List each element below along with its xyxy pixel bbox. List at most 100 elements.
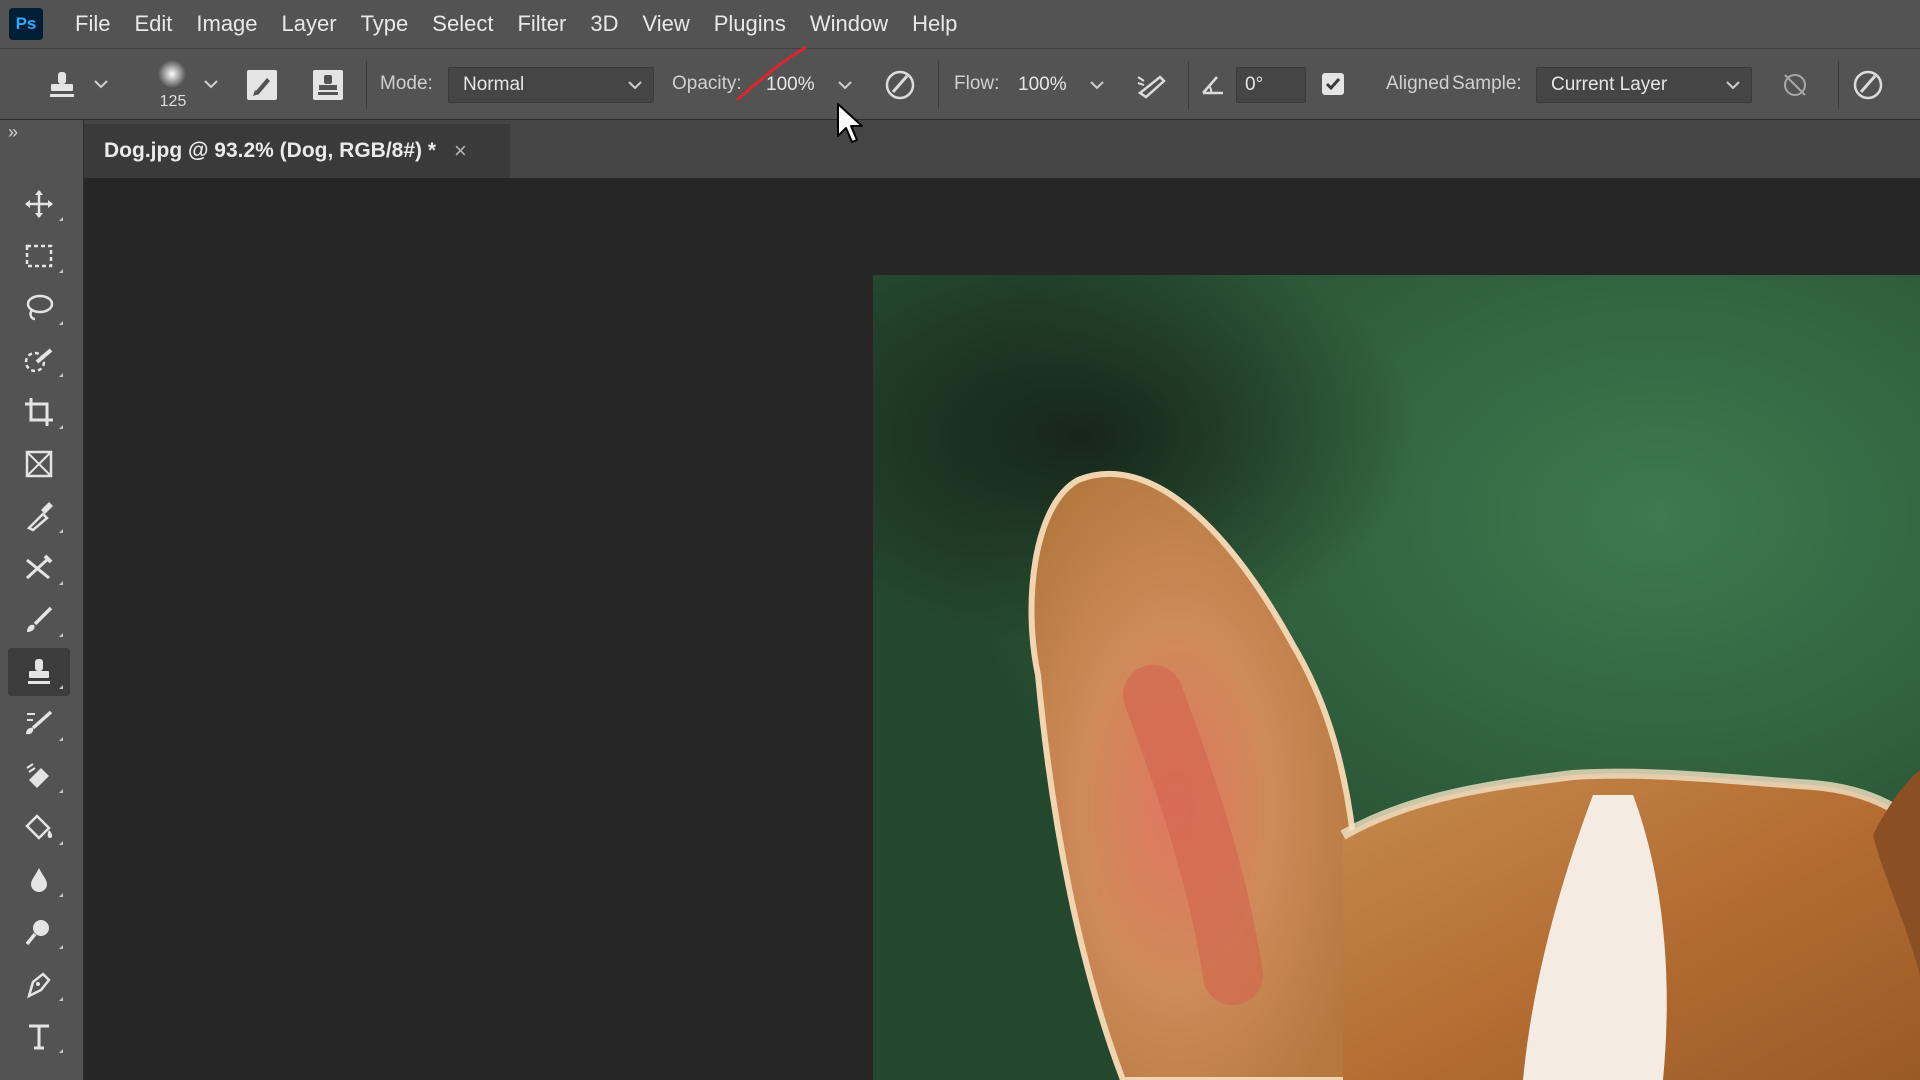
document-tab-title: Dog.jpg @ 93.2% (Dog, RGB/8#) * [104, 139, 437, 162]
pressure-pen-icon [885, 70, 915, 100]
eyedropper-icon [26, 502, 53, 532]
menu-window[interactable]: Window [798, 0, 900, 48]
clone-stamp-tool[interactable] [8, 648, 70, 696]
brush-preview-icon[interactable] [150, 57, 194, 91]
clone-source-button[interactable] [308, 65, 348, 105]
pressure-size-button[interactable] [1846, 63, 1890, 107]
lasso-tool[interactable] [8, 284, 70, 332]
sample-dropdown[interactable]: Current Layer [1536, 67, 1752, 103]
menu-select[interactable]: Select [420, 0, 505, 48]
menu-file[interactable]: File [63, 0, 122, 48]
chevron-down-icon[interactable] [202, 75, 220, 93]
airbrush-icon [1137, 75, 1166, 99]
paint-bucket-icon [25, 814, 53, 840]
history-brush-icon [26, 710, 53, 735]
blur-drop-icon [31, 868, 47, 892]
eyedropper-tool[interactable] [8, 492, 70, 540]
separator [938, 61, 939, 109]
menu-plugins[interactable]: Plugins [702, 0, 798, 48]
ps-logo: Ps [9, 8, 43, 40]
quick-selection-icon [24, 348, 53, 373]
angle-icon [1196, 69, 1230, 101]
healing-icon [25, 554, 53, 580]
photoshop-window: Ps File Edit Image Layer Type Select Fil… [0, 0, 1920, 1080]
ignore-adjustment-layers-button[interactable] [1774, 65, 1816, 105]
chevron-down-icon [628, 81, 642, 90]
brush-icon [27, 606, 53, 632]
paint-bucket-tool[interactable] [8, 804, 70, 852]
chevron-down-icon [1726, 81, 1740, 90]
aligned-label[interactable]: Aligned [1386, 73, 1449, 95]
separator [1838, 61, 1839, 109]
close-icon[interactable]: × [454, 138, 467, 164]
frame-tool[interactable] [8, 440, 70, 488]
spot-healing-tool[interactable] [8, 544, 70, 592]
pen-icon [27, 972, 51, 999]
checkmark-icon [1325, 78, 1341, 91]
chevron-down-icon [1090, 81, 1104, 90]
chevron-down-icon [838, 81, 852, 90]
move-icon [25, 190, 53, 218]
crop-tool[interactable] [8, 388, 70, 436]
eraser-icon [26, 763, 49, 788]
brush-size-label: 125 [159, 93, 187, 110]
flow-label[interactable]: Flow: [954, 73, 999, 95]
separator [366, 61, 367, 109]
mode-label: Mode: [380, 73, 433, 94]
rectangular-marquee-tool[interactable] [8, 232, 70, 280]
airbrush-button[interactable] [1130, 63, 1174, 107]
ignore-adjustment-icon [1784, 74, 1806, 96]
tool-preset-picker[interactable] [42, 67, 82, 103]
chevron-down-icon[interactable] [92, 75, 110, 93]
mode-dropdown[interactable]: Normal [448, 67, 654, 103]
mouse-cursor-icon [837, 103, 863, 143]
menu-bar: Ps File Edit Image Layer Type Select Fil… [0, 0, 1920, 48]
menu-view[interactable]: View [630, 0, 701, 48]
clone-stamp-icon [50, 72, 74, 97]
menu-filter[interactable]: Filter [505, 0, 578, 48]
brush-settings-icon [247, 70, 277, 100]
angle-input[interactable]: 0° [1236, 67, 1306, 103]
clone-stamp-icon [28, 659, 50, 684]
menu-3d[interactable]: 3D [578, 0, 630, 48]
dodge-icon [25, 920, 49, 946]
type-tool[interactable] [8, 1012, 70, 1060]
pressure-pen-icon [1853, 70, 1883, 100]
marquee-icon [25, 244, 53, 268]
frame-icon [25, 450, 53, 478]
options-bar: 125 Mode: Normal Opacity: 100% Flow: 100… [0, 48, 1920, 120]
aligned-checkbox[interactable] [1322, 73, 1344, 95]
eraser-tool[interactable] [8, 752, 70, 800]
mode-value: Normal [463, 74, 525, 95]
sample-value: Current Layer [1551, 74, 1668, 95]
crop-icon [25, 398, 53, 426]
clone-source-icon [313, 70, 343, 100]
type-icon [29, 1024, 49, 1050]
history-brush-tool[interactable] [8, 700, 70, 748]
menu-type[interactable]: Type [349, 0, 421, 48]
menu-image[interactable]: Image [184, 0, 269, 48]
brush-tool[interactable] [8, 596, 70, 644]
move-tool[interactable] [8, 180, 70, 228]
flow-input[interactable]: 100% [1010, 67, 1086, 103]
dog-ear-illustration [1028, 471, 1920, 1080]
menu-layer[interactable]: Layer [270, 0, 349, 48]
tools-panel: » [0, 120, 84, 1080]
menu-help[interactable]: Help [900, 0, 969, 48]
blur-tool[interactable] [8, 856, 70, 904]
opacity-slider-toggle[interactable] [834, 73, 856, 97]
flow-slider-toggle[interactable] [1086, 73, 1108, 97]
pen-tool[interactable] [8, 960, 70, 1008]
brush-settings-button[interactable] [242, 65, 282, 105]
lasso-icon [26, 294, 54, 321]
separator [1188, 61, 1189, 109]
dog-image[interactable] [873, 275, 1920, 1080]
sample-label: Sample: [1452, 73, 1522, 94]
pressure-opacity-button[interactable] [878, 63, 922, 107]
menu-edit[interactable]: Edit [122, 0, 184, 48]
document-tab[interactable]: Dog.jpg @ 93.2% (Dog, RGB/8#) * × [84, 124, 510, 178]
dodge-tool[interactable] [8, 908, 70, 956]
collapse-toolbar-icon[interactable]: » [8, 122, 18, 143]
red-annotation-stroke [736, 46, 807, 101]
quick-selection-tool[interactable] [8, 336, 70, 384]
